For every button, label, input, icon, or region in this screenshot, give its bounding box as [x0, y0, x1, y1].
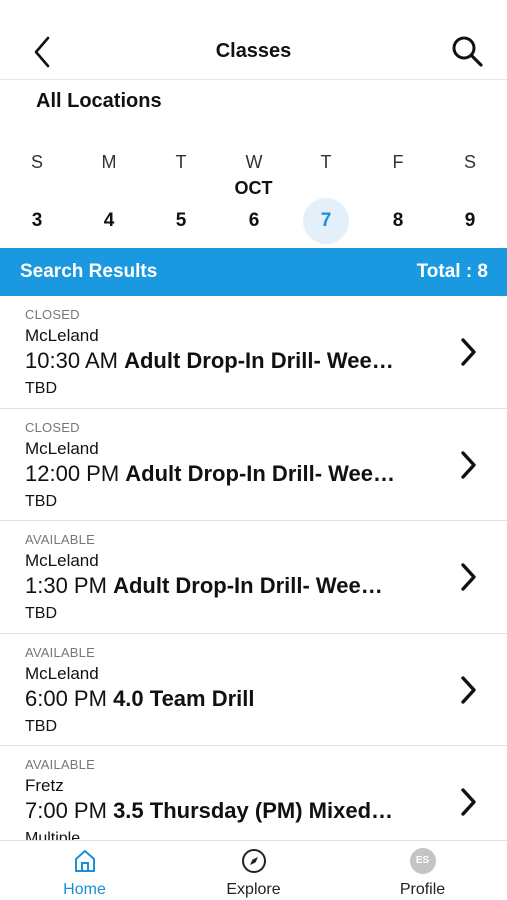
- class-title: 6:00 PM 4.0 Team Drill: [25, 686, 445, 712]
- class-location: Fretz: [25, 776, 64, 795]
- calendar-day-selected[interactable]: 7: [303, 198, 349, 244]
- class-location: McLeland: [25, 326, 99, 345]
- day-of-week-label: S: [463, 152, 476, 172]
- class-instructor: TBD: [25, 380, 57, 397]
- class-row[interactable]: CLOSED McLeland 12:00 PM Adult Drop-In D…: [0, 409, 507, 521]
- day-of-week-label: T: [320, 152, 332, 172]
- class-row[interactable]: CLOSED McLeland 10:30 AM Adult Drop-In D…: [0, 296, 507, 409]
- day-of-week-label: M: [101, 152, 117, 172]
- header: Classes: [0, 0, 507, 80]
- results-label: Search Results: [20, 261, 158, 282]
- class-row[interactable]: AVAILABLE Fretz 7:00 PM 3.5 Thursday (PM…: [0, 746, 507, 840]
- class-row[interactable]: AVAILABLE McLeland 6:00 PM 4.0 Team Dril…: [0, 634, 507, 746]
- class-location: McLeland: [25, 663, 99, 683]
- class-location: McLeland: [25, 438, 99, 458]
- compass-icon: [241, 849, 266, 873]
- class-title: 12:00 PM Adult Drop-In Drill- Wee…: [25, 461, 445, 487]
- class-status: CLOSED: [25, 419, 80, 435]
- class-row[interactable]: AVAILABLE McLeland 1:30 PM Adult Drop-In…: [0, 521, 507, 634]
- tab-label: Home: [63, 881, 106, 898]
- class-name: 3.5 Thursday (PM) Mixed…: [113, 798, 394, 823]
- class-time: 12:00 PM: [25, 460, 120, 486]
- tab-home[interactable]: Home: [0, 841, 169, 900]
- class-location: McLeland: [25, 551, 99, 570]
- day-of-week-label: F: [392, 152, 404, 172]
- class-instructor: TBD: [25, 717, 57, 735]
- class-name: 4.0 Team Drill: [113, 685, 255, 711]
- week-calendar: OCT S M T W T F S 3 4 5 6 7 8 9: [0, 148, 507, 246]
- home-icon: [74, 850, 95, 872]
- class-name: Adult Drop-In Drill- Wee…: [124, 348, 394, 373]
- class-instructor: Multiple: [25, 830, 81, 840]
- class-instructor: TBD: [25, 492, 57, 510]
- chevron-right-icon: [461, 338, 476, 366]
- calendar-day[interactable]: 9: [447, 198, 493, 244]
- class-status: AVAILABLE: [25, 532, 95, 547]
- day-of-week-label: S: [30, 152, 43, 172]
- class-status: AVAILABLE: [25, 644, 95, 660]
- tab-profile[interactable]: ES Profile: [338, 841, 507, 900]
- calendar-day[interactable]: 6: [231, 198, 277, 244]
- search-icon: [452, 36, 483, 67]
- day-of-week-label: T: [175, 152, 187, 172]
- results-total: Total : 8: [416, 261, 488, 282]
- class-instructor: TBD: [25, 605, 57, 622]
- tab-label: Profile: [399, 881, 446, 898]
- class-name: Adult Drop-In Drill- Wee…: [125, 460, 395, 486]
- day-of-week-label: W: [245, 152, 263, 172]
- chevron-right-icon: [461, 675, 476, 704]
- chevron-right-icon: [461, 563, 476, 591]
- class-title: 10:30 AM Adult Drop-In Drill- Wee…: [25, 348, 445, 374]
- calendar-day[interactable]: 5: [158, 198, 204, 244]
- class-time: 6:00 PM: [25, 685, 107, 711]
- class-title: 1:30 PM Adult Drop-In Drill- Wee…: [25, 573, 445, 599]
- chevron-right-icon: [461, 788, 476, 816]
- class-time: 1:30 PM: [25, 573, 107, 598]
- tab-bar: Home Explore ES Profile: [0, 840, 507, 900]
- calendar-day[interactable]: 8: [375, 198, 421, 244]
- class-status: CLOSED: [25, 307, 80, 322]
- results-bar: Search Results Total : 8: [0, 248, 507, 296]
- calendar-day[interactable]: 4: [86, 198, 132, 244]
- chevron-right-icon: [461, 450, 476, 479]
- page-title: Classes: [215, 40, 292, 62]
- search-button[interactable]: [451, 34, 485, 70]
- calendar-day[interactable]: 3: [14, 198, 60, 244]
- avatar: ES: [409, 848, 436, 874]
- calendar-month: OCT: [234, 178, 273, 198]
- class-time: 7:00 PM: [25, 798, 107, 823]
- class-status: AVAILABLE: [25, 757, 95, 772]
- class-name: Adult Drop-In Drill- Wee…: [113, 573, 383, 598]
- tab-explore[interactable]: Explore: [169, 841, 338, 900]
- class-time: 10:30 AM: [25, 348, 118, 373]
- class-list: CLOSED McLeland 10:30 AM Adult Drop-In D…: [0, 296, 507, 840]
- tab-label: Explore: [226, 881, 281, 898]
- location-filter[interactable]: All Locations: [36, 90, 162, 113]
- class-title: 7:00 PM 3.5 Thursday (PM) Mixed…: [25, 798, 445, 824]
